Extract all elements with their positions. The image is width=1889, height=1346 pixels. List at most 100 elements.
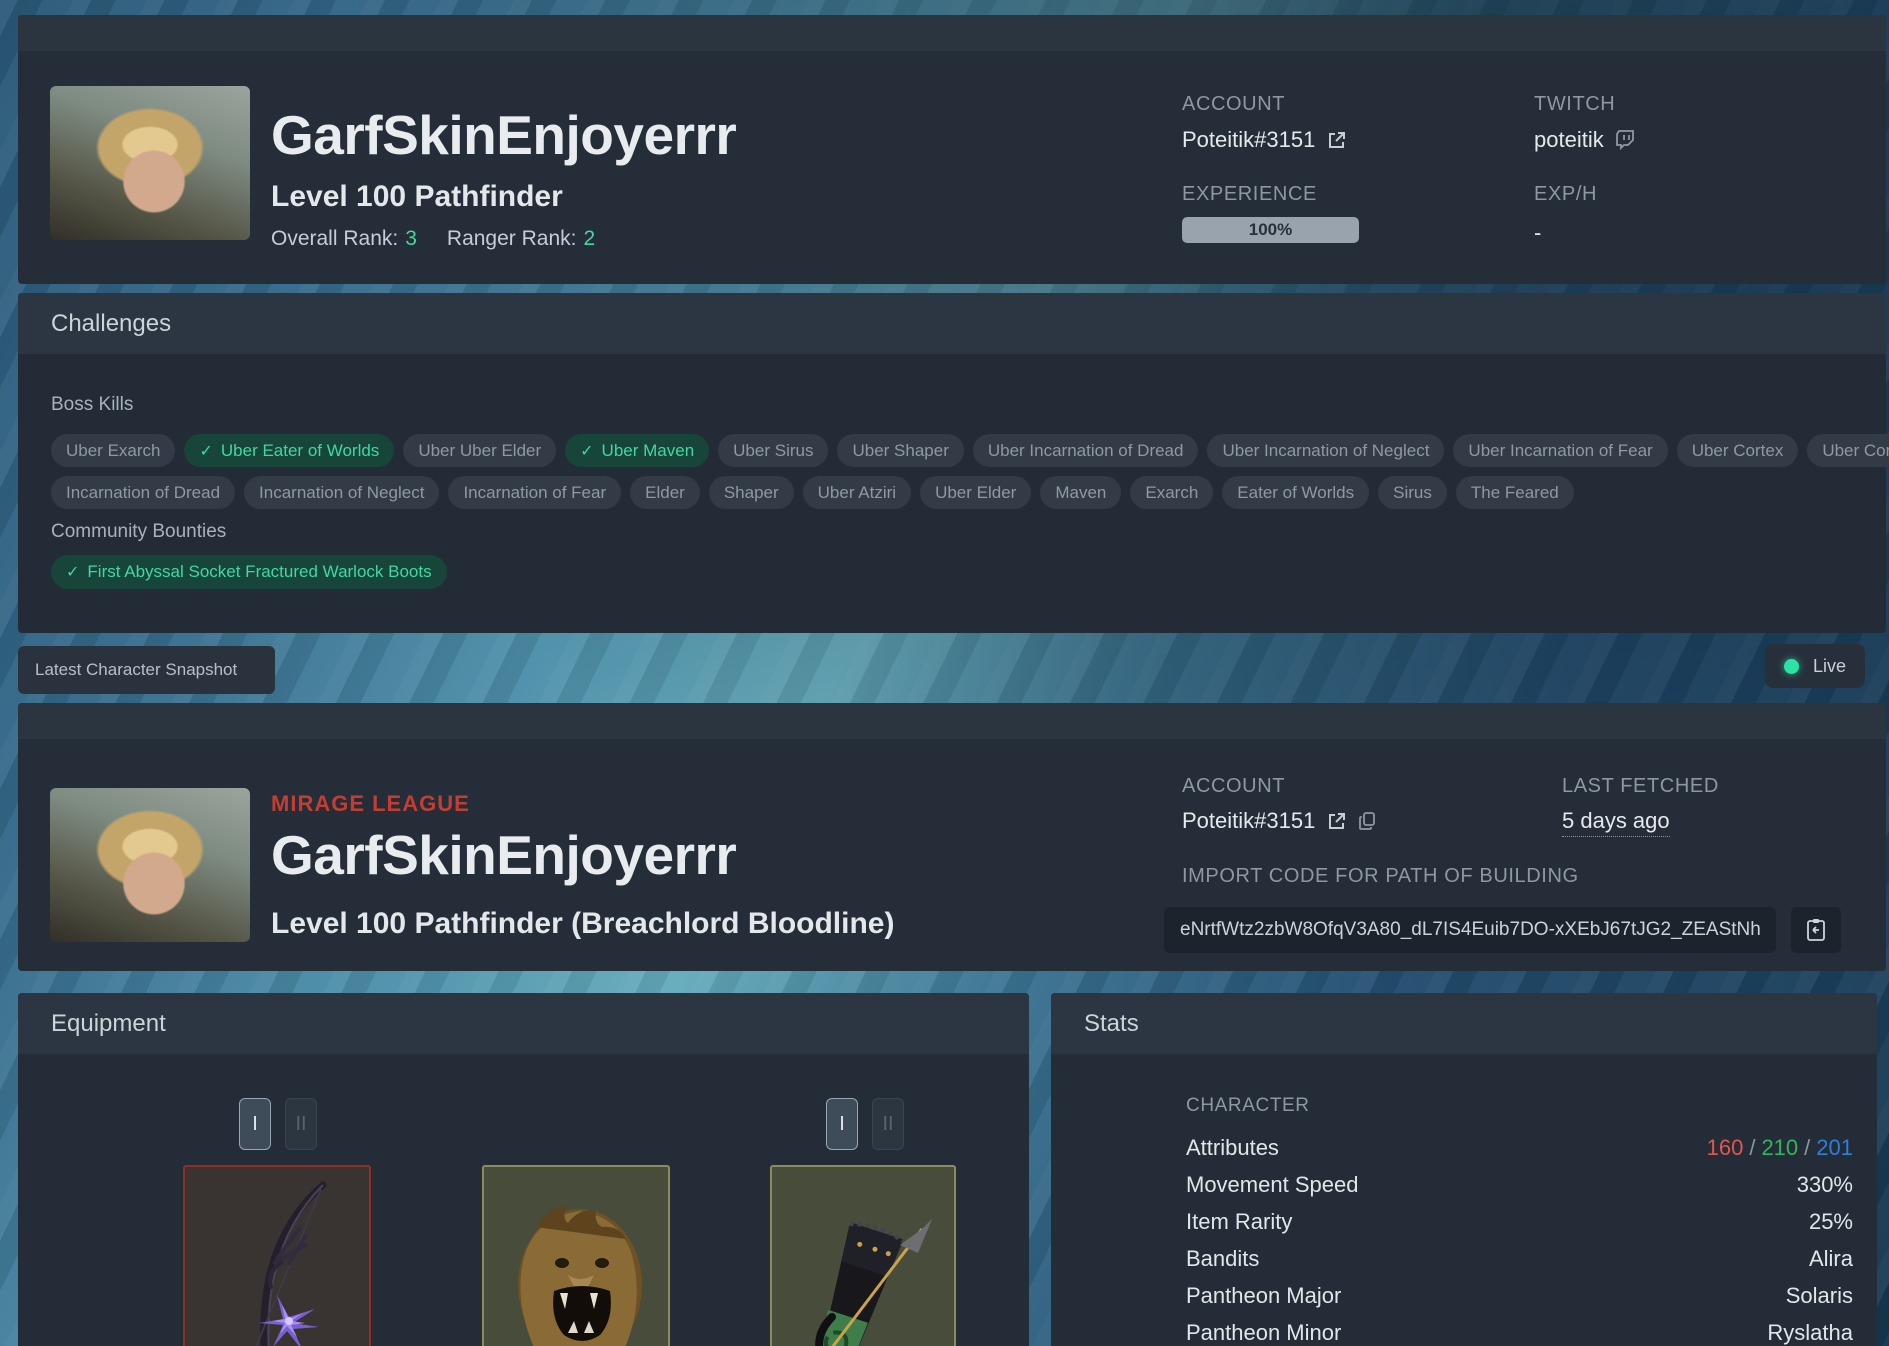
item-slot-quiver[interactable] <box>770 1165 956 1346</box>
stats-header-bar: Stats <box>1051 993 1877 1054</box>
stat-row: Movement Speed 330% <box>1186 1166 1853 1203</box>
stat-row-attributes: Attributes 160/210/201 <box>1186 1129 1853 1166</box>
intelligence-value: 201 <box>1816 1135 1853 1160</box>
boss-kill-badge: Incarnation of Dread <box>51 476 235 509</box>
challenges-header-bar: Challenges <box>18 293 1886 354</box>
equipment-header-bar: Equipment <box>18 993 1029 1054</box>
character-name: GarfSkinEnjoyerrr <box>271 823 736 887</box>
boss-kill-badge: Uber Cortex <box>1807 434 1889 467</box>
bow-image <box>185 1167 369 1346</box>
boss-kill-badge: Exarch <box>1130 476 1213 509</box>
stat-label: Pantheon Minor <box>1186 1320 1341 1346</box>
check-icon: ✓ <box>66 562 79 582</box>
boss-kill-badge: Incarnation of Fear <box>448 476 621 509</box>
tab-latest-character-snapshot[interactable]: Latest Character Snapshot <box>18 646 275 694</box>
account-value-row[interactable]: Poteitik#3151 <box>1182 127 1346 153</box>
weapon-set-1-tab-primary[interactable]: I <box>239 1098 271 1150</box>
quiver-image <box>772 1167 954 1346</box>
stat-row: Bandits Alira <box>1186 1240 1853 1277</box>
weapon-set-1-tab-secondary[interactable]: II <box>285 1098 317 1150</box>
overall-rank: Overall Rank:3 <box>271 227 417 251</box>
copy-import-code-button[interactable] <box>1791 907 1841 953</box>
stat-label: Pantheon Major <box>1186 1283 1341 1309</box>
experience-percent: 100% <box>1249 220 1292 240</box>
ranger-rank: Ranger Rank:2 <box>447 227 595 251</box>
stat-value: 330% <box>1797 1172 1853 1198</box>
boss-kills-label: Boss Kills <box>51 394 133 416</box>
import-code-label: IMPORT CODE FOR PATH OF BUILDING <box>1182 865 1579 888</box>
last-fetched-value-row: 5 days ago <box>1562 808 1670 837</box>
boss-kill-badges-row-2: Incarnation of Dread Incarnation of Negl… <box>51 476 1574 509</box>
boss-kill-badges-row-1: Uber Exarch ✓Uber Eater of Worlds Uber U… <box>51 434 1889 467</box>
challenges-panel: Challenges Boss Kills Uber Exarch ✓Uber … <box>18 293 1886 633</box>
item-slot-bow[interactable] <box>183 1165 371 1346</box>
boss-kill-badge-completed: ✓Uber Maven <box>565 434 709 467</box>
boss-kill-badge: Eater of Worlds <box>1222 476 1369 509</box>
character-profile-page: GarfSkinEnjoyerrr Level 100 Pathfinder O… <box>0 0 1889 1346</box>
strength-value: 160 <box>1707 1135 1744 1160</box>
exp-h-label: EXP/H <box>1534 183 1597 206</box>
panel-top-strip <box>18 15 1886 51</box>
clipboard-paste-icon <box>1805 918 1827 942</box>
boss-kill-badge: Uber Incarnation of Fear <box>1453 434 1667 467</box>
boss-kill-badge: Uber Incarnation of Dread <box>973 434 1199 467</box>
check-icon: ✓ <box>580 441 593 461</box>
stat-row: Pantheon MajorSolaris <box>1186 1277 1853 1314</box>
last-fetched-label: LAST FETCHED <box>1562 775 1719 798</box>
boss-kill-badge: Uber Uber Elder <box>403 434 556 467</box>
experience-fill: 100% <box>1182 217 1359 243</box>
copy-account-icon[interactable] <box>1358 811 1377 831</box>
external-link-icon[interactable] <box>1327 131 1346 150</box>
community-bounty-badge-completed: ✓First Abyssal Socket Fractured Warlock … <box>51 555 447 589</box>
boss-kill-badge: Uber Sirus <box>718 434 828 467</box>
stat-value: Alira <box>1809 1246 1853 1272</box>
check-icon: ✓ <box>199 441 212 461</box>
external-link-icon[interactable] <box>1327 812 1346 831</box>
boss-kill-badge: Uber Cortex <box>1677 434 1799 467</box>
import-code-input[interactable] <box>1164 907 1776 953</box>
boss-kill-badge: Maven <box>1040 476 1121 509</box>
character-class-level: Level 100 Pathfinder (Breachlord Bloodli… <box>271 907 894 941</box>
live-toggle[interactable]: Live <box>1765 644 1865 688</box>
lion-pelt-image <box>484 1167 668 1346</box>
stat-label: Bandits <box>1186 1246 1259 1272</box>
weapon-set-2-tab-primary[interactable]: I <box>826 1098 858 1150</box>
stat-value: Ryslatha <box>1767 1320 1853 1346</box>
boss-kill-badge: Uber Atziri <box>803 476 911 509</box>
stat-row: Pantheon Minor Ryslatha <box>1186 1314 1853 1346</box>
dexterity-value: 210 <box>1761 1135 1798 1160</box>
overall-rank-value: 3 <box>405 227 417 250</box>
boss-kill-badge-completed: ✓Uber Eater of Worlds <box>184 434 394 467</box>
stat-label: Attributes <box>1186 1135 1279 1161</box>
league-name: MIRAGE LEAGUE <box>271 791 470 817</box>
stat-row: Item Rarity25% <box>1186 1203 1853 1240</box>
stat-value: 25% <box>1809 1209 1853 1235</box>
stat-label: Movement Speed <box>1186 1172 1358 1198</box>
boss-kill-badge: Uber Exarch <box>51 434 175 467</box>
profile-header-panel: GarfSkinEnjoyerrr Level 100 Pathfinder O… <box>18 15 1886 284</box>
account-value[interactable]: Poteitik#3151 <box>1182 808 1315 834</box>
twitch-label: TWITCH <box>1534 93 1615 116</box>
twitch-value[interactable]: poteitik <box>1534 127 1604 153</box>
character-avatar <box>50 86 250 240</box>
item-slot-helmet[interactable] <box>482 1165 670 1346</box>
character-avatar <box>50 788 250 942</box>
boss-kill-badge: Elder <box>630 476 700 509</box>
boss-kill-badge: Uber Elder <box>920 476 1031 509</box>
exp-h-value: - <box>1534 220 1541 246</box>
account-value-row[interactable]: Poteitik#3151 <box>1182 808 1377 834</box>
boss-kill-badge: Incarnation of Neglect <box>244 476 439 509</box>
account-value[interactable]: Poteitik#3151 <box>1182 127 1315 153</box>
stats-title: Stats <box>1084 993 1139 1054</box>
last-fetched-value: 5 days ago <box>1562 808 1670 837</box>
stats-rows: Attributes 160/210/201 Movement Speed 330… <box>1186 1129 1853 1346</box>
boss-kill-badge: Sirus <box>1378 476 1447 509</box>
weapon-set-2-tab-secondary[interactable]: II <box>872 1098 904 1150</box>
experience-label: EXPERIENCE <box>1182 183 1317 206</box>
character-name: GarfSkinEnjoyerrr <box>271 103 736 167</box>
account-label: ACCOUNT <box>1182 775 1285 798</box>
community-bounties-label: Community Bounties <box>51 521 226 543</box>
panel-top-strip <box>18 703 1886 739</box>
twitch-value-row[interactable]: poteitik <box>1534 127 1635 153</box>
live-dot-icon <box>1784 659 1799 674</box>
